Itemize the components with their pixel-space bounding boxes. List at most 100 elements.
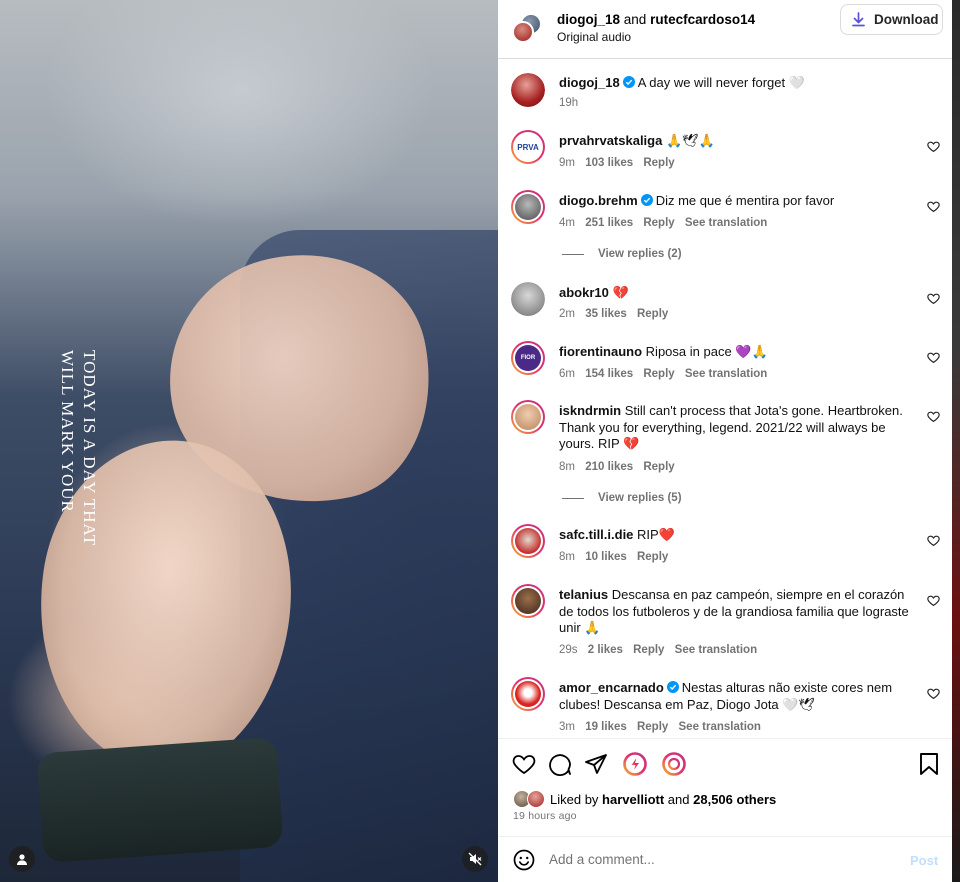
likes-count[interactable]: 210 likes (585, 461, 633, 473)
heart-icon[interactable] (927, 594, 940, 607)
reply-button[interactable]: Reply (643, 368, 674, 380)
likes-count[interactable]: 154 likes (585, 368, 633, 380)
timestamp[interactable]: 6m (559, 368, 575, 380)
comment-body: Diz me que é mentira por favor (655, 193, 835, 208)
effects-button[interactable] (661, 751, 687, 777)
like-button[interactable] (511, 751, 537, 777)
comment-text: diogo.brehm Diz me que é mentira por favo… (559, 193, 915, 210)
caption-text: diogoj_18 A day we will never forget 🤍 (559, 75, 915, 92)
bookmark-icon (920, 753, 938, 775)
username-link[interactable]: rutecfcardoso14 (650, 12, 755, 27)
tagged-users-button[interactable] (9, 846, 35, 872)
reply-button[interactable]: Reply (637, 551, 668, 563)
username-link[interactable]: fiorentinauno (559, 344, 642, 359)
caption-meta: 19h (559, 97, 585, 109)
download-button[interactable]: Download (840, 4, 943, 35)
avatar[interactable] (511, 400, 545, 434)
timestamp[interactable]: 2m (559, 308, 575, 320)
username-link[interactable]: telanius (559, 587, 608, 602)
liked-by-summary[interactable]: Liked by harvelliott and 28,506 others (513, 790, 776, 808)
comment-text: abokr10 💔 (559, 285, 915, 302)
overlay-line: TODAY IS A DAY THAT (80, 350, 99, 547)
user-icon (17, 854, 27, 865)
comment-bubble-icon (549, 754, 571, 776)
likes-count[interactable]: 251 likes (585, 217, 633, 229)
likes-count[interactable]: 19 likes (585, 721, 627, 733)
avatar[interactable] (511, 677, 545, 711)
view-replies-button[interactable]: View replies (2) (562, 248, 682, 260)
reel-video[interactable]: TODAY IS A DAY THAT WILL MARK YOUR (0, 0, 498, 882)
username-link[interactable]: diogo.brehm (559, 193, 638, 208)
likes-count[interactable]: 35 likes (585, 308, 627, 320)
heart-icon[interactable] (927, 410, 940, 423)
post-header: diogoj_18 and rutecfcardoso14 Original a… (498, 0, 952, 59)
reply-button[interactable]: Reply (637, 308, 668, 320)
username-link[interactable]: diogoj_18 (559, 75, 620, 90)
avatar[interactable] (511, 584, 545, 618)
reels-remix-button[interactable] (622, 751, 648, 777)
avatar[interactable] (511, 73, 545, 107)
comments-list[interactable]: diogoj_18 A day we will never forget 🤍 19… (498, 60, 952, 738)
likes-count[interactable]: 10 likes (585, 551, 627, 563)
audio-link[interactable]: Original audio (557, 30, 631, 44)
mute-button[interactable] (462, 846, 488, 872)
username-link[interactable]: abokr10 (559, 285, 609, 300)
view-replies-label: View replies (5) (598, 492, 682, 504)
username-link[interactable]: safc.till.i.die (559, 527, 633, 542)
share-button[interactable] (583, 751, 609, 777)
username-link[interactable]: amor_encarnado (559, 680, 664, 695)
see-translation-button[interactable]: See translation (685, 217, 767, 229)
see-translation-button[interactable]: See translation (675, 644, 757, 656)
heart-icon[interactable] (927, 200, 940, 213)
avatar[interactable] (511, 190, 545, 224)
post-button[interactable]: Post (910, 853, 938, 868)
avatar[interactable] (511, 524, 545, 558)
view-replies-label: View replies (2) (598, 248, 682, 260)
heart-icon[interactable] (927, 140, 940, 153)
heart-icon[interactable] (927, 292, 940, 305)
reply-button[interactable]: Reply (643, 217, 674, 229)
reply-button[interactable]: Reply (643, 157, 674, 169)
reply-button[interactable]: Reply (637, 721, 668, 733)
emoji-icon[interactable] (513, 849, 535, 871)
username-link[interactable]: harvelliott (602, 792, 664, 807)
heart-icon[interactable] (927, 534, 940, 547)
reply-button[interactable]: Reply (633, 644, 664, 656)
username-link[interactable]: prvahrvatskaliga (559, 133, 662, 148)
others-count[interactable]: 28,506 others (693, 792, 776, 807)
timestamp[interactable]: 29s (559, 644, 578, 656)
view-replies-button[interactable]: View replies (5) (562, 492, 682, 504)
post-timestamp[interactable]: 19 hours ago (513, 810, 577, 822)
collab-avatars[interactable] (512, 13, 544, 45)
verified-badge-icon (622, 76, 635, 88)
background-edge (952, 0, 960, 882)
comment-meta: 29s 2 likes Reply See translation (559, 644, 764, 656)
comment-button[interactable] (547, 751, 573, 777)
verified-badge-icon (640, 194, 653, 206)
comment-input[interactable] (549, 852, 879, 867)
timestamp[interactable]: 19h (559, 97, 578, 109)
heart-icon[interactable] (927, 687, 940, 700)
timestamp[interactable]: 3m (559, 721, 575, 733)
timestamp[interactable]: 9m (559, 157, 575, 169)
see-translation-button[interactable]: See translation (685, 368, 767, 380)
comment-meta: 8m 210 likes Reply (559, 461, 682, 473)
username-link[interactable]: diogoj_18 (557, 12, 620, 27)
avatar[interactable]: PRVA (511, 130, 545, 164)
comment-body: Riposa in pace 💜🙏 (645, 344, 768, 359)
username-link[interactable]: iskndrmin (559, 403, 621, 418)
save-button[interactable] (916, 751, 942, 777)
timestamp[interactable]: 8m (559, 551, 575, 563)
heart-icon[interactable] (927, 351, 940, 364)
see-translation-button[interactable]: See translation (679, 721, 761, 733)
likes-count[interactable]: 2 likes (588, 644, 623, 656)
timestamp[interactable]: 4m (559, 217, 575, 229)
reply-button[interactable]: Reply (643, 461, 674, 473)
timestamp[interactable]: 8m (559, 461, 575, 473)
comment-meta: 9m 103 likes Reply (559, 157, 682, 169)
and-text: and (623, 12, 647, 27)
comment-meta: 4m 251 likes Reply See translation (559, 217, 774, 229)
avatar[interactable]: FIOR (511, 341, 545, 375)
likes-count[interactable]: 103 likes (585, 157, 633, 169)
avatar[interactable] (511, 282, 545, 316)
